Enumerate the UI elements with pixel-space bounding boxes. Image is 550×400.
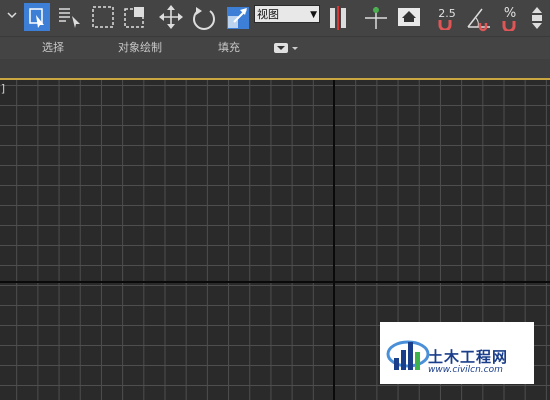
chevron-down-icon: ▼ bbox=[310, 10, 317, 20]
angle-snap-button[interactable] bbox=[464, 3, 494, 33]
spinner-snap-icon bbox=[532, 7, 542, 29]
ribbon-tab-bar: 选择 对象绘制 填充 bbox=[0, 37, 550, 59]
percent-label: % bbox=[503, 5, 517, 21]
select-by-name-button[interactable] bbox=[56, 4, 82, 30]
tab-populate[interactable]: 填充 bbox=[218, 37, 240, 59]
watermark-logo: 土木工程网 www.civilcn.com bbox=[380, 322, 534, 384]
magnet-icon bbox=[438, 19, 452, 30]
rect-selection-region-icon bbox=[92, 6, 114, 28]
tab-object-paint[interactable]: 对象绘制 bbox=[118, 37, 162, 59]
scale-button[interactable] bbox=[224, 4, 252, 32]
scale-icon bbox=[227, 7, 249, 29]
select-object-icon bbox=[29, 8, 44, 28]
manipulate-icon bbox=[365, 7, 387, 29]
select-by-name-icon bbox=[59, 8, 80, 28]
main-toolbar: 视图 ▼ 2.5 % bbox=[0, 0, 550, 37]
pivot-point-icon bbox=[330, 6, 346, 30]
rotate-button[interactable] bbox=[190, 4, 218, 32]
pivot-point-button[interactable] bbox=[326, 4, 352, 32]
snap-value-label: 2.5 bbox=[438, 6, 456, 20]
grid-axis-vertical bbox=[333, 80, 335, 400]
keyboard-override-icon bbox=[398, 8, 420, 26]
snaps-toggle-button[interactable]: 2.5 bbox=[432, 3, 462, 33]
spinner-snap-button[interactable] bbox=[528, 4, 546, 32]
reference-coordinate-value: 视图 bbox=[257, 8, 279, 21]
magnet-icon bbox=[502, 20, 516, 31]
reference-coordinate-dropdown[interactable]: 视图 ▼ bbox=[254, 5, 320, 23]
select-and-manipulate-button[interactable] bbox=[362, 4, 390, 32]
select-object-button[interactable] bbox=[24, 3, 50, 31]
viewport-label[interactable]: ] bbox=[0, 82, 7, 95]
ribbon-options-button[interactable] bbox=[272, 41, 300, 55]
ribbon-menu-icon bbox=[274, 43, 298, 53]
angle-snap-icon bbox=[467, 8, 490, 32]
civilcn-logo-icon bbox=[386, 340, 430, 370]
grid-axis-horizontal bbox=[0, 281, 550, 283]
window-crossing-icon bbox=[124, 7, 144, 28]
tab-selection[interactable]: 选择 bbox=[42, 37, 64, 59]
window-crossing-button[interactable] bbox=[122, 4, 148, 30]
move-icon bbox=[159, 5, 183, 29]
selection-set-dropdown[interactable] bbox=[0, 6, 20, 26]
ribbon-panel-area bbox=[0, 59, 550, 79]
watermark-site-name: 土木工程网 bbox=[428, 348, 509, 366]
rotate-icon bbox=[193, 7, 215, 30]
percent-snap-button[interactable]: % bbox=[498, 3, 522, 33]
rectangular-selection-button[interactable] bbox=[90, 4, 116, 30]
watermark-url: www.civilcn.com bbox=[428, 365, 503, 375]
move-button[interactable] bbox=[158, 4, 184, 30]
keyboard-shortcut-override-button[interactable] bbox=[396, 6, 422, 28]
